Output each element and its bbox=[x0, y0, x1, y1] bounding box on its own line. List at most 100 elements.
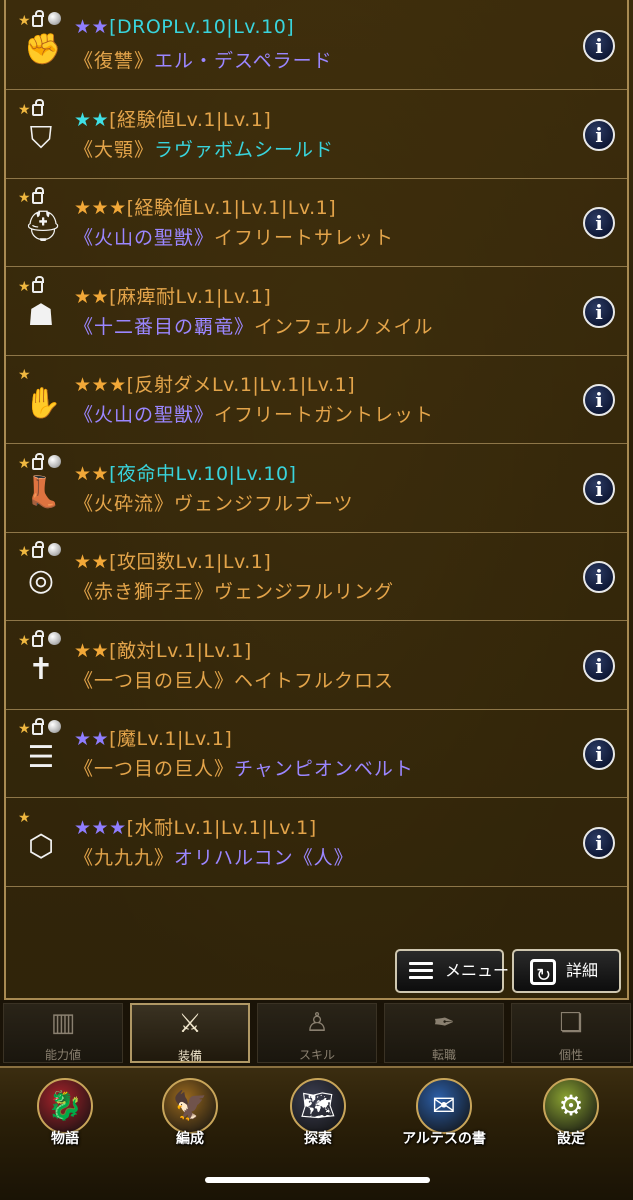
skill-levels: [経験値Lv.1|Lv.1|Lv.1] bbox=[126, 197, 337, 219]
equipment-name: ヴェンジフルリング bbox=[214, 581, 395, 603]
menu-button-label: メニュー bbox=[445, 961, 510, 980]
equipment-name-line: 《十二番目の覇竜》インフェルノメイル bbox=[74, 312, 433, 339]
info-button[interactable]: i bbox=[583, 118, 615, 151]
favorite-orb-icon bbox=[48, 631, 61, 645]
info-button[interactable]: i bbox=[583, 826, 615, 859]
tab-0[interactable]: ▥ 能力値 bbox=[3, 1003, 123, 1063]
info-icon: i bbox=[595, 830, 603, 855]
info-icon: i bbox=[595, 388, 603, 412]
lock-icon bbox=[32, 452, 44, 470]
equipment-name-line: 《火砕流》ヴェンジフルブーツ bbox=[74, 489, 354, 516]
equipment-epithet: 《火山の聖獣》 bbox=[74, 404, 215, 426]
nav-item-0[interactable]: 🐉 物語 bbox=[10, 1078, 120, 1158]
favorite-orb-icon bbox=[48, 720, 61, 733]
knuckle-icon: ✊ bbox=[24, 32, 62, 67]
equipment-row[interactable]: ★ ✝ ★★[敵対Lv.1|Lv.1] 《一つ目の巨人》ヘイトフルクロス i bbox=[6, 622, 627, 710]
info-button[interactable]: i bbox=[583, 295, 615, 328]
nav-label: 物語 bbox=[51, 1131, 79, 1147]
star-badge-icon: ★ bbox=[18, 455, 31, 472]
info-button[interactable]: i bbox=[583, 738, 615, 770]
info-button[interactable]: i bbox=[583, 207, 615, 239]
rarity-skill-line: ★★★[反射ダメLv.1|Lv.1|Lv.1] bbox=[74, 370, 355, 397]
tab-label: スキル bbox=[298, 1048, 335, 1062]
rarity-skill-line: ★★[夜命中Lv.10|Lv.10] bbox=[74, 459, 296, 486]
equipment-epithet: 《一つ目の巨人》 bbox=[74, 758, 235, 780]
tab-label: 転職 bbox=[431, 1048, 456, 1062]
equipment-row[interactable]: ★ ☗ ★★[麻痺耐Lv.1|Lv.1] 《十二番目の覇竜》インフェルノメイル … bbox=[6, 268, 627, 356]
info-icon: i bbox=[595, 34, 603, 58]
rarity-stars: ★★ bbox=[74, 285, 110, 308]
nav-item-4[interactable]: ⚙ 設定 bbox=[516, 1078, 626, 1158]
settings-gear-icon: ⚙ bbox=[543, 1078, 599, 1134]
nav-label: アルテスの書 bbox=[402, 1131, 486, 1147]
rarity-stars: ★★ bbox=[74, 462, 110, 485]
tab-1[interactable]: ⚔ 装備 bbox=[130, 1003, 250, 1063]
equipment-row[interactable]: ★ ✋ ★★★[反射ダメLv.1|Lv.1|Lv.1] 《火山の聖獣》イフリート… bbox=[6, 356, 627, 444]
equipment-name-line: 《火山の聖獣》イフリートガントレット bbox=[74, 400, 434, 427]
equipment-icon-box: ★ ✝ bbox=[18, 629, 64, 694]
nav-item-2[interactable]: 🗺 探索 bbox=[263, 1078, 373, 1158]
rarity-skill-line: ★★★[経験値Lv.1|Lv.1|Lv.1] bbox=[74, 193, 336, 220]
tab-label: 個性 bbox=[558, 1048, 583, 1062]
lock-icon bbox=[32, 629, 44, 647]
equipment-icon-box: ★ ✋ bbox=[18, 368, 64, 428]
tab-2[interactable]: ♙ スキル bbox=[257, 1003, 377, 1063]
equipment-icon-box: ★ ⛉ bbox=[18, 98, 64, 163]
skill-levels: [DROPLv.10|Lv.10] bbox=[109, 16, 295, 38]
sword-icon: ⚔ bbox=[178, 1009, 202, 1039]
equipment-row[interactable]: ★ ⛑ ★★★[経験値Lv.1|Lv.1|Lv.1] 《火山の聖獣》イフリートサ… bbox=[6, 179, 627, 267]
info-icon: i bbox=[595, 211, 603, 235]
skill-levels: [敵対Lv.1|Lv.1] bbox=[109, 639, 252, 662]
dragon-icon: 🐉 bbox=[37, 1078, 93, 1134]
equipment-epithet: 《火砕流》 bbox=[74, 492, 175, 515]
character-tabs: ▥ 能力値 ⚔ 装備 ♙ スキル ✒ 転職 ❏ 個性 bbox=[0, 1000, 633, 1066]
equipment-row[interactable]: ★ ⬡ ★★★[水耐Lv.1|Lv.1|Lv.1] 《九九九》オリハルコン《人》… bbox=[6, 799, 627, 887]
belt-icon: ☰ bbox=[27, 740, 55, 775]
equipment-epithet: 《大顎》 bbox=[74, 138, 155, 161]
equipment-epithet: 《十二番目の覇竜》 bbox=[74, 315, 255, 338]
equipment-name: ラヴァボムシールド bbox=[154, 138, 335, 161]
menu-button[interactable]: メニュー bbox=[395, 949, 509, 993]
equipment-name: イフリートサレット bbox=[214, 227, 395, 249]
rarity-skill-line: ★★[魔Lv.1|Lv.1] bbox=[74, 724, 232, 751]
info-button[interactable]: i bbox=[583, 384, 615, 416]
equipment-row[interactable]: ★ ✊ ★★[DROPLv.10|Lv.10] 《復讐》エル・デスペラード i bbox=[6, 2, 627, 90]
detail-button[interactable]: 詳細 bbox=[512, 949, 621, 996]
star-badge-icon: ★ bbox=[18, 544, 31, 560]
tab-3[interactable]: ✒ 転職 bbox=[384, 1003, 504, 1063]
armor-icon: ☗ bbox=[27, 297, 55, 333]
nav-item-1[interactable]: 🦅 編成 bbox=[135, 1078, 245, 1158]
nav-item-3[interactable]: ✉ アルテスの書 bbox=[389, 1078, 499, 1158]
equipment-row[interactable]: ★ 👢 ★★[夜命中Lv.10|Lv.10] 《火砕流》ヴェンジフルブーツ i bbox=[6, 445, 627, 533]
info-button[interactable]: i bbox=[583, 30, 615, 62]
equipment-name: エル・デスペラード bbox=[154, 50, 333, 72]
info-button[interactable]: i bbox=[583, 561, 615, 593]
info-button[interactable]: i bbox=[583, 649, 615, 682]
refresh-icon bbox=[530, 956, 556, 996]
phoenix-icon: 🦅 bbox=[162, 1078, 218, 1134]
rarity-skill-line: ★★[麻痺耐Lv.1|Lv.1] bbox=[74, 282, 271, 309]
lock-icon bbox=[32, 187, 44, 204]
equipment-name: インフェルノメイル bbox=[254, 315, 434, 338]
star-badge-icon: ★ bbox=[18, 101, 31, 118]
equipment-row[interactable]: ★ ⛉ ★★[経験値Lv.1|Lv.1] 《大顎》ラヴァボムシールド i bbox=[6, 91, 627, 179]
nav-label: 設定 bbox=[557, 1131, 585, 1147]
tab-4[interactable]: ❏ 個性 bbox=[511, 1003, 631, 1063]
favorite-orb-icon bbox=[48, 12, 61, 25]
star-badge-icon: ★ bbox=[18, 278, 31, 295]
equipment-row[interactable]: ★ ☰ ★★[魔Lv.1|Lv.1] 《一つ目の巨人》チャンピオンベルト i bbox=[6, 710, 627, 798]
nav-label: 探索 bbox=[304, 1131, 332, 1147]
equipment-name: イフリートガントレット bbox=[214, 404, 435, 426]
info-button[interactable]: i bbox=[583, 472, 615, 505]
detail-button-label: 詳細 bbox=[566, 961, 599, 980]
rarity-stars: ★★ bbox=[74, 108, 110, 131]
rarity-skill-line: ★★[攻回数Lv.1|Lv.1] bbox=[74, 547, 271, 574]
equipment-name-line: 《赤き獅子王》ヴェンジフルリング bbox=[74, 577, 394, 604]
favorite-orb-icon bbox=[48, 454, 61, 468]
lock-icon bbox=[32, 10, 44, 27]
equipment-icon-box: ★ ◎ bbox=[18, 541, 64, 605]
equipment-icon-box: ★ 👢 bbox=[18, 452, 64, 517]
equipment-name: オリハルコン《人》 bbox=[174, 846, 354, 869]
equipment-name: ヴェンジフルブーツ bbox=[174, 492, 354, 515]
equipment-row[interactable]: ★ ◎ ★★[攻回数Lv.1|Lv.1] 《赤き獅子王》ヴェンジフルリング i bbox=[6, 533, 627, 621]
